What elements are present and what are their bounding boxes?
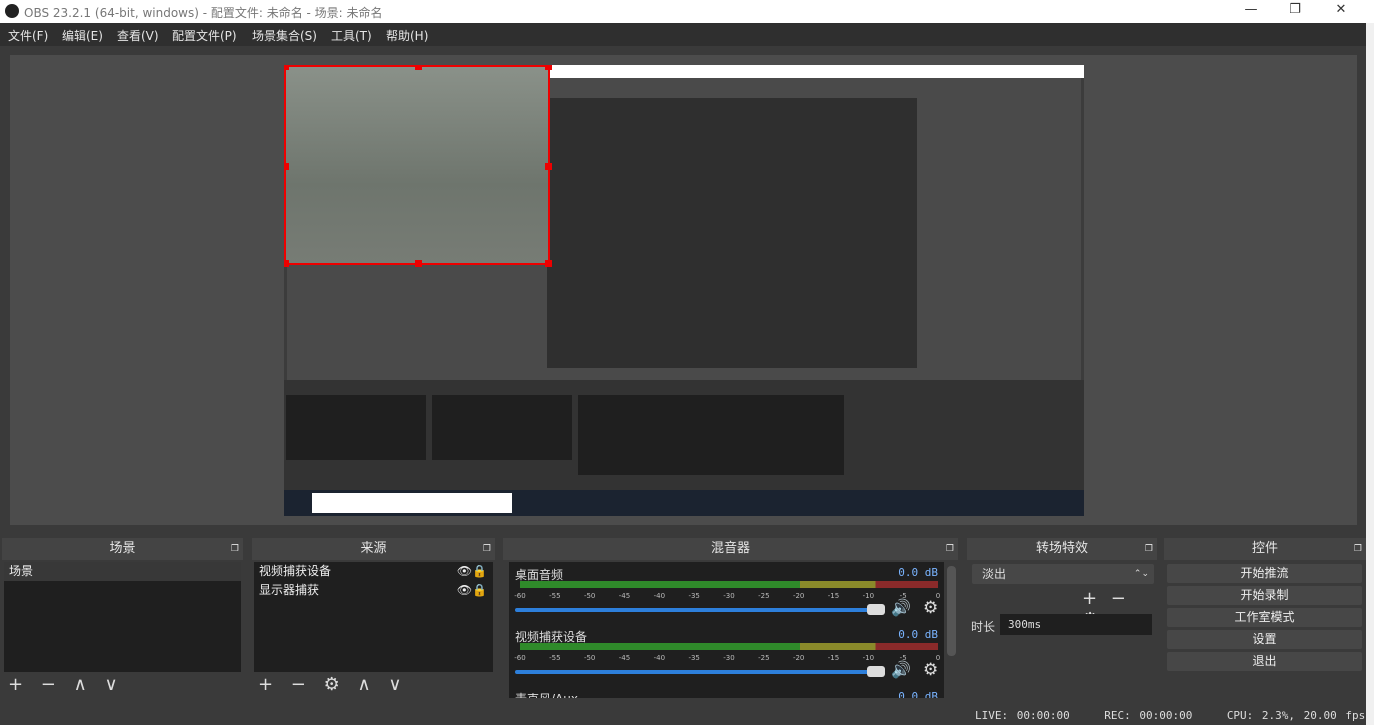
obs-logo-icon [5, 4, 19, 18]
tick-label: -35 [688, 592, 700, 600]
menu-help[interactable]: 帮助(H) [386, 27, 428, 44]
float-icon[interactable]: ❐ [946, 538, 954, 560]
settings-button[interactable]: 设置 [1167, 630, 1362, 649]
controls-title: 控件 [1251, 541, 1278, 556]
scene-toolbar[interactable]: + − ∧ ∨ [8, 674, 124, 695]
scenes-dock: 场景 ❐ 场景 + − ∧ ∨ [2, 538, 243, 698]
mixer-channel: 麦克风/Aux 0.0 dB -60-55-50-45-40-35-30-25-… [515, 688, 938, 698]
source-item[interactable]: 显示器捕获 👁🔒 [254, 581, 493, 600]
menu-view[interactable]: 查看(V) [117, 27, 159, 44]
tick-label: -20 [792, 592, 805, 600]
gear-icon[interactable]: ⚙ [923, 598, 938, 618]
scene-item[interactable]: 场景 [4, 562, 241, 581]
meter-ticks: -60 -55 -50 -45 -40 -35 -30 -25 -20 -15 -10 -5 0 [514, 592, 940, 602]
title-bar: OBS 23.2.1 (64-bit, windows) - 配置文件: 未命名… [0, 0, 1374, 23]
tick-label: -50 [583, 654, 596, 662]
transitions-title: 转场特效 [1035, 541, 1088, 556]
preview-canvas[interactable] [284, 65, 1084, 516]
mixer-dock: 混音器 ❐ 桌面音频 0.0 dB -60 -55 -50 -45 -40 -35 -30 -2… [503, 538, 958, 698]
rec-time: REC: 00:00:00 [1104, 709, 1193, 722]
duration-input[interactable]: 300ms [1000, 614, 1152, 635]
channel-db: 0.0 dB [898, 690, 938, 698]
mixer-channel: 桌面音频 0.0 dB -60 -55 -50 -45 -40 -35 -30 -25 -20-… [514, 564, 940, 634]
float-icon[interactable]: ❐ [1145, 538, 1153, 560]
volume-slider[interactable] [515, 608, 875, 612]
speaker-icon[interactable]: 🔊 [891, 598, 911, 617]
tick-label: -60 [514, 654, 526, 662]
studio-mode-button[interactable]: 工作室模式 [1167, 608, 1362, 627]
float-icon[interactable]: ❐ [231, 538, 239, 560]
captured-window-titlebar [549, 65, 1084, 78]
volume-slider[interactable] [515, 670, 875, 674]
tick-label: -30 [723, 654, 735, 662]
menu-scene-collection[interactable]: 场景集合(S) [252, 27, 317, 44]
tick-label: -40 [653, 654, 666, 662]
tick-label: -25 [758, 592, 770, 600]
tick-label: -15 [827, 654, 840, 662]
volume-slider-handle[interactable] [867, 666, 885, 677]
tick-label: -45 [618, 592, 631, 600]
tick-label: -45 [618, 654, 631, 662]
speaker-icon[interactable]: 🔊 [891, 660, 911, 679]
minimize-button[interactable]: — [1236, 2, 1266, 17]
menu-bar: 文件(F) 编辑(E) 查看(V) 配置文件(P) 场景集合(S) 工具(T) … [0, 23, 1366, 46]
tick-label: -15 [827, 592, 840, 600]
menu-tools[interactable]: 工具(T) [331, 27, 372, 44]
menu-profile[interactable]: 配置文件(P) [172, 27, 237, 44]
gear-icon[interactable]: ⚙ [923, 660, 938, 680]
tick-label: -40 [653, 592, 666, 600]
float-icon[interactable]: ❐ [1354, 538, 1362, 560]
mixer-title: 混音器 [710, 541, 750, 556]
meter-ticks: -60 -55 -50 -45 -40 -35 -30 -25 -20 -15 -10 -5 0 [514, 654, 940, 664]
status-bar: LIVE: 00:00:00 REC: 00:00:00 CPU: 2.3%, … [975, 709, 1365, 722]
tick-label: -50 [583, 592, 596, 600]
tick-label: -55 [549, 654, 561, 662]
window-title: OBS 23.2.1 (64-bit, windows) - 配置文件: 未命名… [24, 6, 383, 20]
sources-title: 来源 [360, 541, 387, 556]
channel-db: 0.0 dB [898, 566, 938, 579]
channel-db: 0.0 dB [898, 628, 938, 641]
tick-label: -25 [758, 654, 770, 662]
maximize-button[interactable]: ❐ [1280, 2, 1310, 17]
cpu-fps: CPU: 2.3%, 20.00 fps [1226, 709, 1366, 722]
sources-dock: 来源 ❐ 视频捕获设备 👁🔒 显示器捕获 👁🔒 + − ⚙ ∧ ∨ [252, 538, 495, 698]
duration-label: 时长 [971, 620, 996, 634]
mixer-channel: 视频捕获设备 0.0 dB -60 -55 -50 -45 -40 -35 -30 -25 -2… [514, 626, 940, 696]
tick-label: -55 [549, 592, 561, 600]
menu-edit[interactable]: 编辑(E) [62, 27, 103, 44]
source-item[interactable]: 视频捕获设备 👁🔒 [254, 562, 493, 581]
mixer-scrollbar[interactable] [947, 566, 956, 656]
exit-button[interactable]: 退出 [1167, 652, 1362, 671]
nested-taskbar [284, 490, 1084, 516]
tick-label: -10 [862, 654, 875, 662]
tick-label: -10 [862, 592, 875, 600]
tick-label: -20 [792, 654, 805, 662]
window-edge [1366, 23, 1374, 725]
volume-slider-handle[interactable] [867, 604, 885, 615]
nested-docks [284, 380, 1084, 490]
scenes-title: 场景 [109, 541, 136, 556]
start-streaming-button[interactable]: 开始推流 [1167, 564, 1362, 583]
eye-lock-icon[interactable]: 👁🔒 [457, 581, 487, 600]
source-toolbar[interactable]: + − ⚙ ∧ ∨ [258, 674, 408, 695]
selected-source-video-capture[interactable] [284, 65, 552, 267]
tick-label: -60 [514, 592, 526, 600]
channel-name: 麦克风/Aux [515, 690, 578, 698]
controls-dock: 控件 ❐ 开始推流 开始录制 工作室模式 设置 退出 [1164, 538, 1366, 698]
transitions-dock: 转场特效❐ 淡出⌃⌄ + − ⚙ 时长 300ms [967, 538, 1157, 698]
menu-file[interactable]: 文件(F) [8, 27, 48, 44]
close-button[interactable]: ✕ [1326, 2, 1356, 17]
eye-lock-icon[interactable]: 👁🔒 [457, 562, 487, 581]
transition-select[interactable]: 淡出 ⌃⌄ [972, 564, 1154, 584]
volume-meter [520, 643, 938, 650]
tick-label: -35 [688, 654, 700, 662]
live-time: LIVE: 00:00:00 [975, 709, 1070, 722]
float-icon[interactable]: ❐ [483, 538, 491, 560]
volume-meter [520, 581, 938, 588]
start-recording-button[interactable]: 开始录制 [1167, 586, 1362, 605]
tick-label: -30 [723, 592, 735, 600]
